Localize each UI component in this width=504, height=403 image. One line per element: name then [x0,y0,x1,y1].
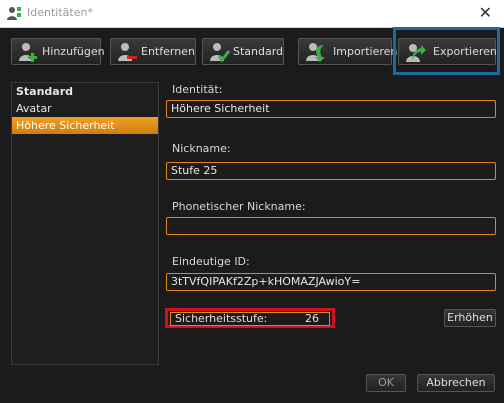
nickname-input[interactable]: Stufe 25 [166,162,496,180]
import-button[interactable]: Importieren [298,38,397,65]
identity-list[interactable]: Standard Avatar Höhere Sicherheit [11,82,159,365]
unique-id-field[interactable]: 3tTVfQIPAKf2Zp+kHOMAZJAwioY= [166,273,496,291]
add-button-label: Hinzufügen [42,45,105,58]
security-level-highlight: Sicherheitsstufe: 26 [165,308,335,328]
remove-identity-button[interactable]: Entfernen [110,38,196,65]
security-level-label: Sicherheitsstufe: [175,312,268,325]
add-identity-button[interactable]: Hinzufügen [11,38,105,65]
remove-button-label: Entfernen [141,45,195,58]
identity-app-icon [7,7,21,20]
list-item-standard[interactable]: Standard [12,83,158,100]
cancel-button[interactable]: Abbrechen [417,374,495,392]
list-item-avatar[interactable]: Avatar [12,100,158,117]
window-title: Identitäten* [27,6,93,19]
phonetic-nickname-input[interactable] [166,217,496,235]
export-button[interactable]: Exportieren [398,38,497,65]
add-user-icon [19,43,37,62]
ok-button[interactable]: OK [366,374,406,392]
import-button-label: Importieren [333,45,398,58]
import-icon [306,43,325,62]
default-user-icon [210,43,230,63]
list-item-higher-security[interactable]: Höhere Sicherheit [12,117,158,134]
close-icon[interactable]: ✕ [479,3,492,22]
title-bar: Identitäten* ✕ [0,0,504,28]
set-default-button[interactable]: Standard [202,38,284,65]
remove-user-icon [118,43,137,61]
unique-id-label: Eindeutige ID: [172,255,250,268]
identity-input[interactable]: Höhere Sicherheit [166,100,496,118]
phonetic-nickname-label: Phonetischer Nickname: [172,200,306,213]
default-button-label: Standard [233,45,284,58]
export-button-label: Exportieren [433,45,497,58]
identity-label: Identität: [172,83,223,96]
security-level-value: 26 [305,312,319,325]
increase-security-button[interactable]: Erhöhen [444,309,496,327]
nickname-label: Nickname: [172,142,231,155]
security-level-field: Sicherheitsstufe: 26 [170,312,330,326]
export-icon [406,44,426,62]
